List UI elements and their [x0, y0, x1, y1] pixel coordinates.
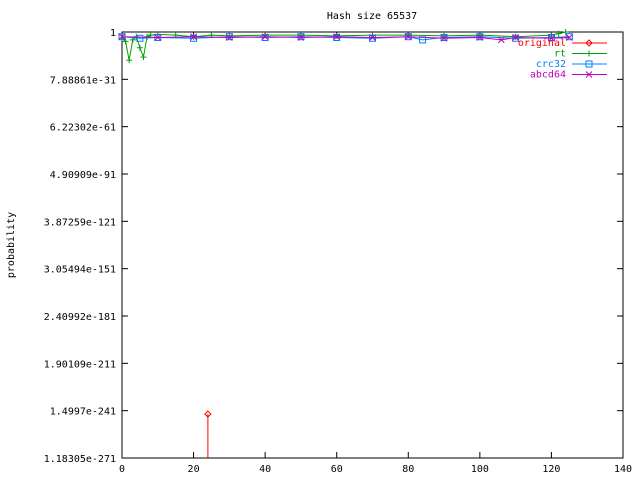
point-rt	[140, 54, 147, 61]
x-tick-label: 120	[542, 464, 560, 475]
legend-label: crc32	[536, 59, 566, 70]
x-tick-label: 80	[402, 464, 414, 475]
point-rt	[144, 33, 151, 40]
point-rt	[126, 57, 133, 64]
series-layer	[118, 29, 573, 458]
y-axis-label: probability	[6, 212, 17, 278]
y-tick-label: 4.90909e-91	[50, 170, 116, 181]
y-tick-label: 1.4997e-241	[50, 407, 116, 418]
legend: originalrtcrc32abcd64	[518, 38, 607, 81]
point-rt	[555, 30, 562, 37]
point-rt	[136, 44, 143, 51]
y-tick-label: 3.05494e-151	[44, 265, 116, 276]
x-tick-label: 100	[471, 464, 489, 475]
y-tick-label: 7.88861e-31	[50, 75, 116, 86]
legend-label: rt	[554, 49, 566, 60]
axes-layer: 0 20 40 60 80 100 120 140 1.18305e-271 1.4997e-24…	[44, 28, 632, 475]
series-rt	[119, 29, 569, 64]
chart-title: Hash size 65537	[327, 11, 417, 22]
plot-frame	[121, 31, 624, 459]
legend-label: abcd64	[530, 70, 566, 81]
legend-label: original	[518, 38, 566, 49]
x-tick-label: 60	[331, 464, 343, 475]
x-tick-label: 20	[188, 464, 200, 475]
y-tick-label: 6.22302e-61	[50, 123, 116, 134]
series-line-rt	[121, 31, 566, 61]
x-tick-label: 140	[614, 464, 632, 475]
x-tick-label: 0	[119, 464, 125, 475]
series-original	[204, 410, 212, 458]
legend-swatch-marker	[586, 50, 592, 57]
x-tick-label: 40	[259, 464, 271, 475]
series-crc32	[118, 33, 573, 44]
line-chart: Hash size 65537 probability 0 20 40 60 80 100…	[6, 11, 632, 475]
y-tick-label: 1	[110, 28, 116, 39]
y-tick-label: 1.18305e-271	[44, 454, 116, 465]
y-tick-label: 3.87259e-121	[44, 217, 116, 228]
y-tick-label: 2.40992e-181	[44, 312, 116, 323]
y-tick-label: 1.90109e-211	[44, 359, 116, 370]
